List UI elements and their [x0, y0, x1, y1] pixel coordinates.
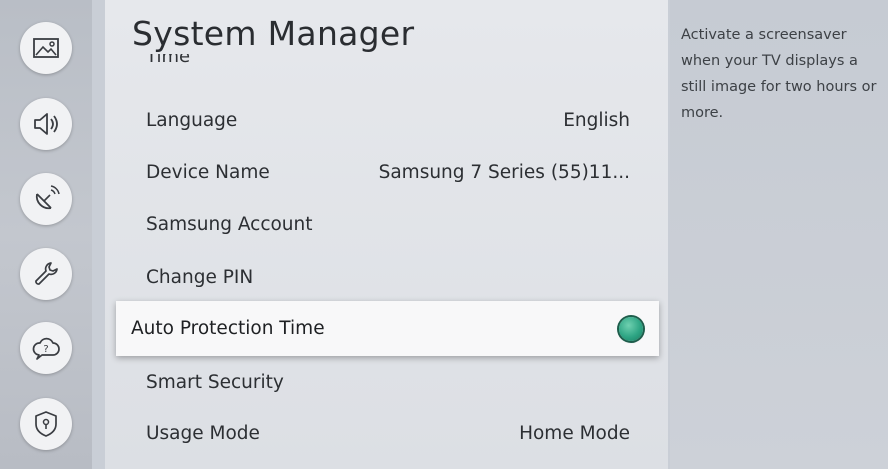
menu-item-samsung-account[interactable]: Samsung Account [146, 199, 630, 249]
menu-item-label: Smart Security [146, 371, 284, 393]
sound-category-button[interactable] [20, 98, 72, 150]
menu-item-value: Home Mode [519, 422, 630, 444]
category-sidebar: ? [0, 0, 92, 469]
picture-category-button[interactable] [20, 22, 72, 74]
menu-item-label: Change PIN [146, 266, 254, 288]
menu-item-label: Usage Mode [146, 422, 260, 444]
toggle-on-indicator[interactable] [619, 316, 643, 341]
menu-item-usage-mode[interactable]: Usage Mode Home Mode [146, 408, 630, 458]
shield-lock-icon [35, 411, 57, 437]
satellite-dish-icon [35, 185, 60, 210]
menu-item-value: Samsung 7 Series (55)11... [378, 161, 630, 183]
menu-item-label: Time [146, 54, 191, 67]
menu-item-label: Samsung Account [146, 213, 313, 235]
picture-icon [33, 38, 59, 58]
wrench-icon [35, 262, 58, 285]
general-category-button[interactable] [20, 248, 72, 300]
privacy-category-button[interactable] [20, 398, 72, 450]
svg-text:?: ? [43, 344, 48, 355]
menu-item-value: English [563, 109, 630, 131]
menu-item-label: Language [146, 109, 238, 131]
menu-item-language[interactable]: Language English [146, 95, 630, 145]
support-category-button[interactable]: ? [20, 322, 72, 374]
system-manager-panel: System Manager Time Language English Dev… [105, 0, 668, 469]
menu-item-label: Auto Protection Time [131, 318, 325, 339]
page-title: System Manager [132, 14, 415, 53]
menu-item-auto-protection-time[interactable]: Auto Protection Time [116, 301, 659, 356]
menu-item-change-pin[interactable]: Change PIN [146, 252, 630, 302]
help-cloud-icon: ? [32, 337, 60, 360]
menu-item-label: Device Name [146, 161, 270, 183]
description-text: Activate a screensaver when your TV disp… [681, 27, 877, 121]
menu-item-device-name[interactable]: Device Name Samsung 7 Series (55)11... [146, 147, 630, 197]
broadcasting-category-button[interactable] [20, 173, 72, 225]
menu-item-smart-security[interactable]: Smart Security [146, 357, 630, 407]
speaker-icon [34, 113, 58, 135]
description-pane: Activate a screensaver when your TV disp… [670, 0, 888, 469]
menu-item-time-partial[interactable]: Time [146, 54, 346, 76]
